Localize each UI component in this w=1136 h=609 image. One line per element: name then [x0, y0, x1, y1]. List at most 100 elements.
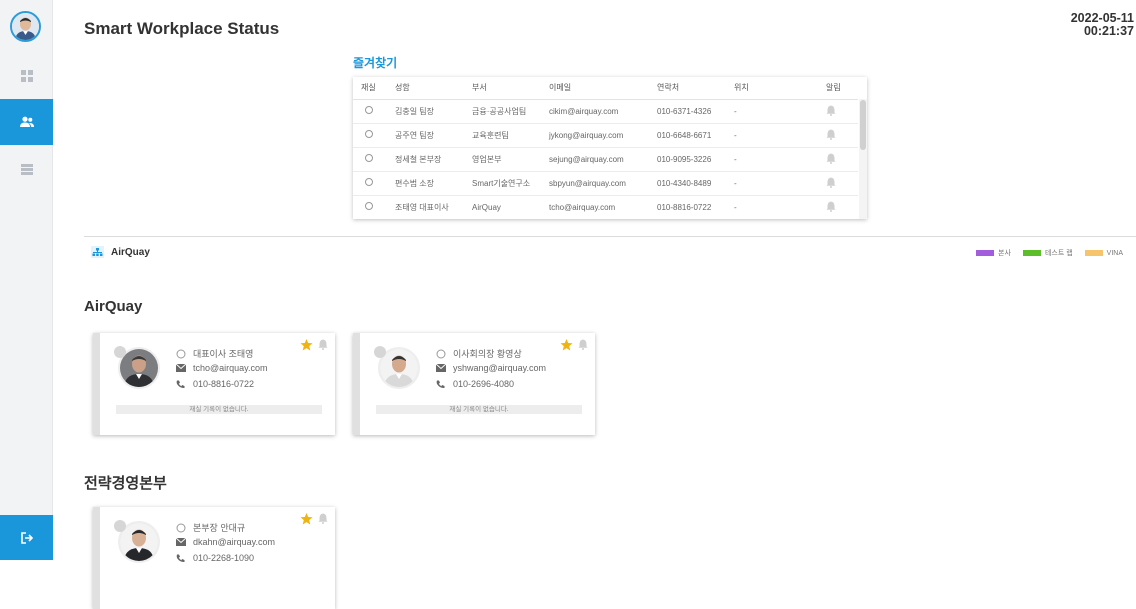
cell-name: 정세철 본부장: [387, 147, 464, 172]
card-phone-row: 010-2268-1090: [175, 553, 254, 563]
cell-name: 편수범 소장: [387, 171, 464, 196]
section-title: 전략경영본부: [84, 475, 167, 492]
presence-radio[interactable]: [365, 106, 373, 114]
star-icon[interactable]: [300, 339, 313, 351]
favorites-panel: 재실 성함 부서 이메일 연락처 위치 알림 김충일 팀장 금융·공공사업팀 c…: [353, 77, 867, 219]
legend-label: 본사: [998, 250, 1011, 257]
cell-name: 김충일 팀장: [387, 99, 464, 124]
cell-dept: 영업본부: [464, 147, 541, 172]
sidebar-item-list[interactable]: [0, 146, 53, 192]
bell-icon[interactable]: [826, 201, 836, 212]
card-email-row: yshwang@airquay.com: [435, 363, 546, 373]
cell-location: -: [726, 123, 818, 148]
phone-icon: [176, 554, 185, 562]
legend-item: 테스트 랩: [1022, 248, 1073, 258]
cell-name: 공주연 팀장: [387, 123, 464, 148]
user-avatar[interactable]: [10, 11, 41, 42]
presence-radio[interactable]: [365, 130, 373, 138]
employee-name: 이사회의장 황영상: [453, 349, 522, 359]
employee-card[interactable]: 본부장 안대규 dkahn@airquay.com 010-2268-1090: [93, 507, 335, 609]
table-row[interactable]: 편수범 소장 Smart기술연구소 sbpyun@airquay.com 010…: [353, 171, 858, 196]
cell-phone: 010-8816-0722: [649, 195, 726, 219]
cell-phone: 010-4340-8489: [649, 171, 726, 196]
logout-icon: [20, 531, 33, 544]
cell-phone: 010-9095-3226: [649, 147, 726, 172]
cell-email: jykong@airquay.com: [541, 123, 649, 148]
legend-swatch: [1022, 250, 1041, 256]
divider: [84, 236, 1136, 237]
bell-icon[interactable]: [318, 339, 328, 350]
current-time: 00:21:37: [1083, 24, 1134, 38]
employee-email[interactable]: tcho@airquay.com: [193, 363, 268, 373]
mail-icon: [435, 364, 446, 372]
dashboard-icon: [20, 70, 33, 82]
column-header: 이메일: [541, 77, 649, 100]
presence-radio[interactable]: [365, 154, 373, 162]
card-phone-row: 010-2696-4080: [435, 379, 514, 389]
table-row[interactable]: 정세철 본부장 영업본부 sejung@airquay.com 010-9095…: [353, 147, 858, 172]
legend-swatch: [1084, 250, 1103, 256]
legend-label: 테스트 랩: [1044, 250, 1073, 257]
employee-card[interactable]: 대표이사 조태영 tcho@airquay.com 010-8816-0722 …: [93, 333, 335, 435]
bell-icon[interactable]: [826, 129, 836, 140]
page-title: Smart Workplace Status: [84, 19, 280, 38]
cell-email: sejung@airquay.com: [541, 147, 649, 172]
scrollbar-thumb[interactable]: [860, 100, 866, 150]
presence-radio[interactable]: [365, 178, 373, 186]
card-email-row: tcho@airquay.com: [175, 363, 268, 373]
column-header: 알림: [818, 77, 858, 100]
presence-status-dot: [114, 520, 126, 532]
cell-email: sbpyun@airquay.com: [541, 171, 649, 196]
bell-icon[interactable]: [826, 177, 836, 188]
column-header: 위치: [726, 77, 818, 100]
star-icon[interactable]: [300, 513, 313, 525]
favorites-title: 즐겨찾기: [353, 56, 398, 70]
phone-icon: [436, 380, 445, 388]
employee-name: 대표이사 조태영: [193, 349, 254, 359]
sidebar-item-people[interactable]: [0, 99, 53, 145]
bell-icon[interactable]: [826, 153, 836, 164]
presence-status-dot: [374, 346, 386, 358]
table-header-row: 재실 성함 부서 이메일 연락처 위치 알림: [353, 77, 858, 100]
sidebar-item-dashboard[interactable]: [0, 53, 53, 99]
employee-card[interactable]: 이사회의장 황영상 yshwang@airquay.com 010-2696-4…: [353, 333, 595, 435]
employee-phone[interactable]: 010-8816-0722: [193, 379, 254, 389]
table-row[interactable]: 조태영 대표이사 AirQuay tcho@airquay.com 010-88…: [353, 195, 858, 219]
cell-location: -: [726, 99, 818, 124]
cell-email: tcho@airquay.com: [541, 195, 649, 219]
phone-icon: [176, 380, 185, 388]
bell-icon[interactable]: [578, 339, 588, 350]
employee-email[interactable]: dkahn@airquay.com: [193, 537, 275, 547]
table-row[interactable]: 김충일 팀장 금융·공공사업팀 cikim@airquay.com 010-63…: [353, 99, 858, 124]
column-header: 재실: [353, 77, 387, 100]
star-icon[interactable]: [560, 339, 573, 351]
cell-location: -: [726, 195, 818, 219]
cell-phone: 010-6648-6671: [649, 123, 726, 148]
logout-button[interactable]: [0, 515, 53, 560]
employee-phone[interactable]: 010-2268-1090: [193, 553, 254, 563]
presence-circle-icon: [436, 349, 445, 358]
org-selector[interactable]: AirQuay: [91, 246, 150, 258]
presence-radio[interactable]: [365, 202, 373, 210]
mail-icon: [175, 538, 186, 546]
card-name-row: 본부장 안대규: [175, 521, 245, 534]
cell-dept: AirQuay: [464, 195, 541, 219]
bell-icon[interactable]: [826, 105, 836, 116]
list-icon: [20, 163, 33, 175]
column-header: 부서: [464, 77, 541, 100]
presence-note: 재실 기록이 없습니다.: [116, 405, 322, 414]
column-header: 성함: [387, 77, 464, 100]
employee-phone[interactable]: 010-2696-4080: [453, 379, 514, 389]
bell-icon[interactable]: [318, 513, 328, 524]
presence-note: 재실 기록이 없습니다.: [376, 405, 582, 414]
card-name-row: 이사회의장 황영상: [435, 347, 522, 360]
user-avatar-image: [12, 13, 39, 40]
table-row[interactable]: 공주연 팀장 교육훈련팀 jykong@airquay.com 010-6648…: [353, 123, 858, 148]
employee-email[interactable]: yshwang@airquay.com: [453, 363, 546, 373]
cell-name: 조태영 대표이사: [387, 195, 464, 219]
card-name-row: 대표이사 조태영: [175, 347, 253, 360]
mail-icon: [175, 364, 186, 372]
legend-item: 본사: [976, 248, 1011, 258]
presence-circle-icon: [176, 523, 185, 532]
sidebar: [0, 0, 53, 560]
